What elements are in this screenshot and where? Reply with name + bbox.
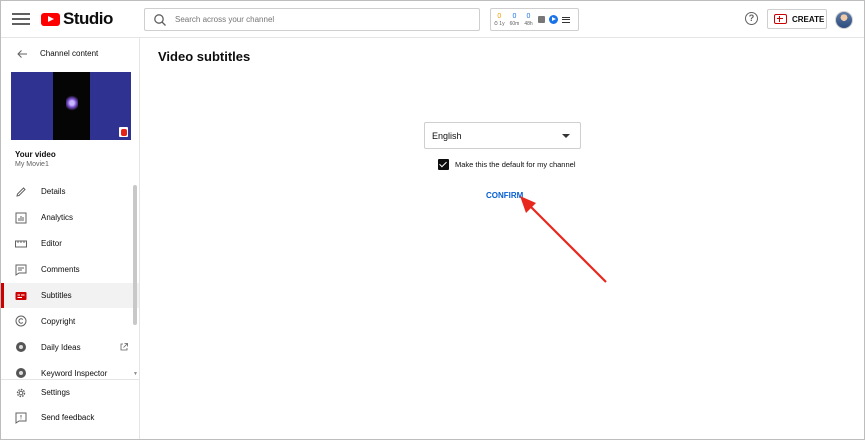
keyword-inspector-icon	[16, 368, 26, 379]
stat-label: ⏱ 1y	[494, 20, 505, 27]
stat-value: 0	[526, 12, 531, 20]
sidebar-item-send-feedback[interactable]: Send feedback	[1, 405, 139, 430]
sidebar: Channel content Your video My Movie1 Det…	[1, 38, 140, 439]
your-video-label: Your video	[15, 150, 56, 159]
stat-label: 48h	[524, 20, 533, 27]
sidebar-nav: Details Analytics Editor Comments Subtit…	[1, 179, 139, 379]
copyright-icon	[15, 315, 27, 327]
sidebar-item-label: Editor	[41, 239, 62, 249]
sidebar-item-label: Subtitles	[41, 291, 72, 300]
youtube-logo-icon	[41, 12, 60, 26]
pencil-icon	[16, 187, 26, 197]
editor-icon	[15, 240, 27, 248]
shorts-badge-icon	[119, 127, 128, 137]
sidebar-item-label: Copyright	[41, 316, 76, 326]
analytics-icon	[15, 212, 27, 224]
stat-label: 60m	[509, 20, 520, 27]
stat-value: 0	[512, 12, 517, 20]
studio-logo[interactable]: Studio	[41, 9, 113, 28]
sidebar-item-comments[interactable]: Comments	[1, 257, 139, 283]
video-title: My Movie1	[15, 161, 49, 168]
language-select[interactable]: English	[424, 122, 581, 149]
avatar[interactable]	[835, 11, 853, 29]
daily-ideas-icon	[16, 342, 26, 353]
top-header: Studio 0 ⏱ 1y 0 60m 0 48h ? CREATE	[1, 1, 864, 38]
sidebar-item-settings[interactable]: Settings	[1, 380, 139, 405]
search-icon	[154, 13, 166, 26]
thumbnail-frame	[53, 72, 90, 140]
sidebar-item-label: Details	[41, 187, 66, 197]
language-value: English	[432, 130, 462, 141]
sidebar-item-label: Analytics	[41, 213, 74, 223]
thumbnail-figure	[66, 94, 78, 112]
sidebar-item-editor[interactable]: Editor	[1, 231, 139, 257]
sidebar-item-subtitles[interactable]: Subtitles	[1, 282, 139, 309]
back-to-channel-content[interactable]: Channel content	[1, 38, 139, 69]
extension-stats-widget[interactable]: 0 ⏱ 1y 0 60m 0 48h	[490, 8, 579, 31]
default-language-checkbox[interactable]	[438, 159, 449, 170]
stat-1y: 0 ⏱ 1y	[494, 13, 505, 27]
sidebar-bottom-nav: Settings Send feedback	[1, 379, 139, 430]
stat-48h: 0 48h	[524, 13, 532, 27]
subtitles-icon	[15, 291, 27, 300]
external-link-icon[interactable]	[120, 343, 128, 351]
sidebar-item-label: Keyword Inspector	[41, 368, 108, 378]
search-bar[interactable]	[144, 8, 480, 31]
search-input[interactable]	[175, 15, 465, 24]
comments-icon	[15, 264, 27, 276]
sidebar-item-label: Settings	[41, 388, 70, 397]
annotation-arrow-icon	[520, 196, 607, 283]
help-icon[interactable]: ?	[745, 12, 758, 25]
back-label: Channel content	[40, 49, 99, 58]
hamburger-menu-icon[interactable]	[12, 10, 30, 28]
logo-text: Studio	[63, 9, 113, 28]
stat-value: 0	[497, 12, 502, 20]
sidebar-item-keyword-inspector[interactable]: Keyword Inspector	[1, 360, 139, 379]
create-label: CREATE	[792, 14, 825, 24]
create-button[interactable]: CREATE	[767, 9, 827, 29]
play-circle-icon[interactable]	[548, 15, 558, 24]
back-arrow-icon	[17, 49, 27, 58]
sidebar-item-label: Daily Ideas	[41, 342, 81, 352]
sidebar-item-details[interactable]: Details	[1, 179, 139, 205]
page-title: Video subtitles	[158, 49, 251, 64]
sidebar-scrollbar[interactable]	[133, 185, 137, 325]
gear-icon	[16, 388, 26, 397]
dropdown-caret-icon	[562, 133, 570, 138]
default-checkbox-label: Make this the default for my channel	[455, 160, 576, 169]
feedback-icon	[15, 412, 27, 424]
menu-lines-icon[interactable]	[561, 15, 570, 24]
video-thumbnail[interactable]	[11, 72, 131, 140]
stat-60m: 0 60m	[510, 13, 520, 27]
sidebar-item-analytics[interactable]: Analytics	[1, 205, 139, 231]
create-video-icon	[774, 14, 787, 24]
sidebar-item-label: Comments	[41, 265, 80, 275]
scroll-down-arrow-icon[interactable]: ▼	[133, 371, 138, 377]
image-icon[interactable]	[537, 16, 545, 23]
sidebar-item-daily-ideas[interactable]: Daily Ideas	[1, 334, 139, 360]
sidebar-item-label: Send feedback	[41, 413, 95, 422]
sidebar-item-copyright[interactable]: Copyright	[1, 308, 139, 334]
